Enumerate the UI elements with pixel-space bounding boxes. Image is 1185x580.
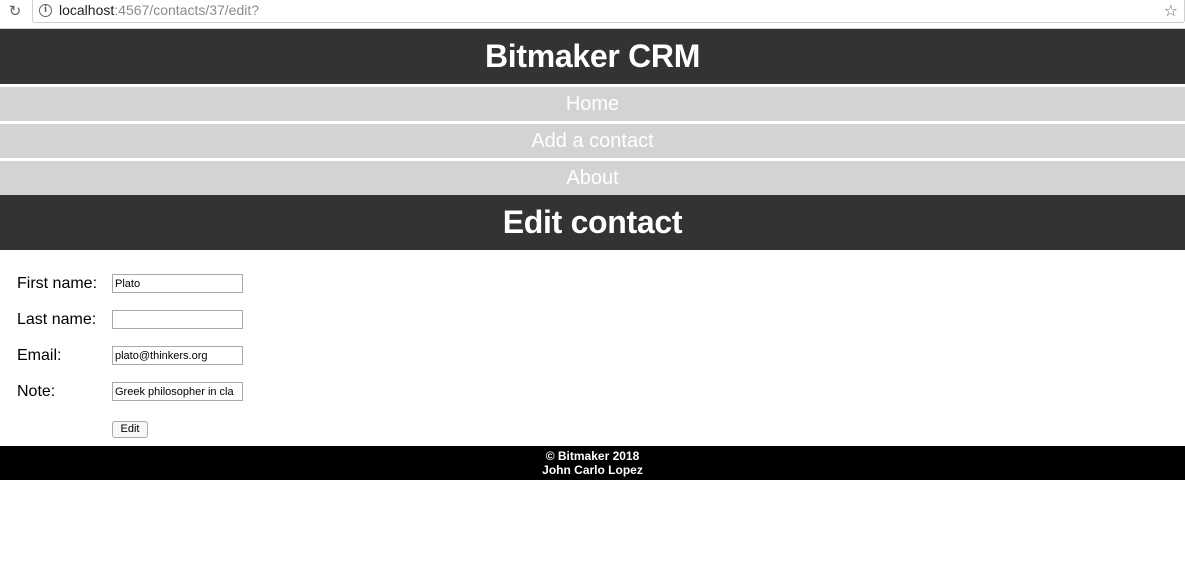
note-label: Note: bbox=[17, 383, 56, 400]
edit-contact-form: First name: Last name: Email: Note: Edit bbox=[0, 250, 1185, 446]
first-name-input[interactable] bbox=[112, 274, 243, 293]
footer-copyright: © Bitmaker 2018 bbox=[545, 449, 640, 463]
reload-icon[interactable]: ↻ bbox=[7, 3, 23, 19]
first-name-row: First name: bbox=[0, 274, 400, 294]
site-footer: © Bitmaker 2018 John Carlo Lopez bbox=[0, 446, 1185, 480]
info-icon[interactable]: i bbox=[39, 4, 52, 17]
page-heading-bar: Edit contact bbox=[0, 195, 1185, 250]
email-input[interactable] bbox=[112, 346, 243, 365]
email-label: Email: bbox=[17, 347, 62, 364]
site-header: Bitmaker CRM bbox=[0, 29, 1185, 84]
note-input[interactable] bbox=[112, 382, 243, 401]
bookmark-star-icon[interactable]: ☆ bbox=[1164, 1, 1178, 20]
last-name-row: Last name: bbox=[0, 310, 400, 330]
page-title: Edit contact bbox=[502, 204, 683, 240]
url-path: :4567/contacts/37/edit? bbox=[114, 2, 260, 18]
last-name-input[interactable] bbox=[112, 310, 243, 329]
nav-item-about[interactable]: About bbox=[0, 161, 1185, 195]
address-bar[interactable]: i localhost:4567/contacts/37/edit? ☆ bbox=[32, 0, 1185, 23]
footer-author: John Carlo Lopez bbox=[542, 463, 643, 477]
note-row: Note: bbox=[0, 382, 400, 402]
nav-item-home[interactable]: Home bbox=[0, 87, 1185, 121]
nav-item-add-contact[interactable]: Add a contact bbox=[0, 124, 1185, 158]
email-row: Email: bbox=[0, 346, 400, 366]
browser-toolbar: ↻ i localhost:4567/contacts/37/edit? ☆ bbox=[0, 0, 1185, 29]
main-nav: Home Add a contact About bbox=[0, 84, 1185, 195]
last-name-label: Last name: bbox=[17, 311, 97, 328]
url-host: localhost bbox=[59, 2, 115, 18]
edit-submit-button[interactable]: Edit bbox=[112, 421, 148, 438]
first-name-label: First name: bbox=[17, 275, 98, 292]
url-text[interactable]: localhost:4567/contacts/37/edit? bbox=[59, 2, 259, 19]
site-title: Bitmaker CRM bbox=[484, 38, 701, 74]
